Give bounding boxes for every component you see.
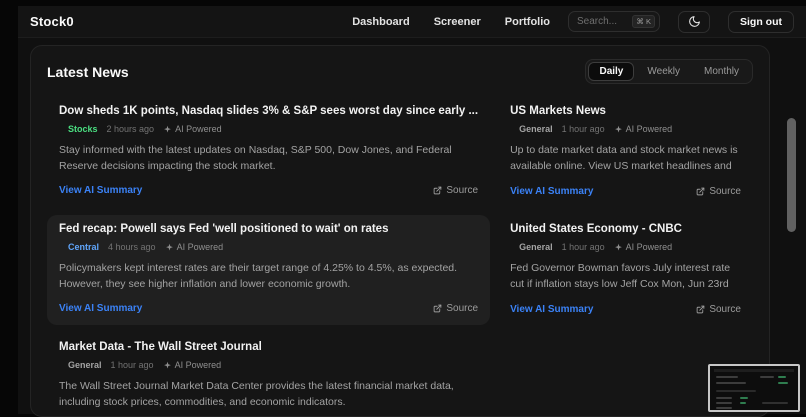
news-title: Market Data - The Wall Street Journal (59, 341, 478, 353)
ai-powered-badge: AI Powered (614, 124, 673, 134)
news-title: US Markets News (510, 105, 741, 117)
nav-item-screener[interactable]: Screener (434, 16, 481, 28)
ai-powered-badge: AI Powered (163, 124, 222, 134)
view-ai-summary-link[interactable]: View AI Summary (510, 304, 593, 315)
sparkle-icon (163, 361, 172, 370)
card-footer: View AI Summary Source (59, 185, 478, 196)
news-description: Fed Governor Bowman favors July interest… (510, 261, 741, 294)
filter-monthly[interactable]: Monthly (693, 62, 750, 81)
news-description: Stay informed with the latest updates on… (59, 143, 478, 175)
vertical-scrollbar-thumb[interactable] (787, 118, 796, 232)
screen-preview-thumbnail (708, 364, 800, 412)
source-link[interactable]: Source (696, 304, 741, 315)
news-card[interactable]: US Markets News General 1 hour ago AI Po… (498, 97, 753, 207)
timestamp: 1 hour ago (562, 124, 605, 134)
nav-item-dashboard[interactable]: Dashboard (352, 16, 409, 28)
app-window: Stock0 Dashboard Screener Portfolio Sear… (18, 6, 806, 414)
header-right: Dashboard Screener Portfolio Search... ⌘… (352, 11, 794, 33)
news-description: Up to date market data and stock market … (510, 143, 741, 176)
page-title: Latest News (47, 64, 129, 80)
sign-out-button[interactable]: Sign out (728, 11, 794, 33)
news-meta: Stocks 2 hours ago AI Powered (59, 124, 478, 134)
category-tag: Central (68, 242, 99, 252)
timestamp: 1 hour ago (562, 242, 605, 252)
timestamp: 2 hours ago (107, 124, 155, 134)
news-meta: General 1 hour ago AI Powered (510, 242, 741, 252)
external-link-icon (696, 305, 705, 314)
preview-header-bar (714, 369, 794, 372)
news-meta: Central 4 hours ago AI Powered (59, 242, 478, 252)
ai-powered-badge: AI Powered (165, 242, 224, 252)
main-nav: Dashboard Screener Portfolio (352, 16, 550, 28)
source-link[interactable]: Source (433, 303, 478, 314)
card-footer: View AI Summary Source (510, 186, 741, 197)
source-link[interactable]: Source (696, 186, 741, 197)
sparkle-icon (614, 125, 623, 134)
external-link-icon (433, 304, 442, 313)
news-meta: General 1 hour ago AI Powered (59, 360, 478, 370)
sparkle-icon (165, 243, 174, 252)
news-card[interactable]: Dow sheds 1K points, Nasdaq slides 3% & … (47, 97, 490, 207)
top-nav-bar: Stock0 Dashboard Screener Portfolio Sear… (18, 6, 806, 38)
filter-weekly[interactable]: Weekly (636, 62, 691, 81)
ai-powered-badge: AI Powered (163, 360, 222, 370)
news-description: Policymakers kept interest rates are the… (59, 261, 478, 293)
search-input[interactable]: Search... ⌘ K (568, 11, 660, 32)
category-tag: Stocks (68, 124, 98, 134)
news-card[interactable]: United States Economy - CNBC General 1 h… (498, 215, 753, 325)
nav-item-portfolio[interactable]: Portfolio (505, 16, 550, 28)
news-meta: General 1 hour ago AI Powered (510, 124, 741, 134)
search-placeholder: Search... (577, 16, 627, 27)
card-footer: View AI Summary Source (510, 304, 741, 315)
moon-icon (688, 15, 701, 28)
news-title: Fed recap: Powell says Fed 'well positio… (59, 223, 478, 235)
source-link[interactable]: Source (433, 185, 478, 196)
ai-powered-badge: AI Powered (614, 242, 673, 252)
view-ai-summary-link[interactable]: View AI Summary (510, 186, 593, 197)
external-link-icon (696, 187, 705, 196)
category-tag: General (68, 360, 102, 370)
view-ai-summary-link[interactable]: View AI Summary (59, 185, 142, 196)
news-title: Dow sheds 1K points, Nasdaq slides 3% & … (59, 105, 478, 117)
filter-daily[interactable]: Daily (588, 62, 634, 81)
news-title: United States Economy - CNBC (510, 223, 741, 235)
theme-toggle-button[interactable] (678, 11, 710, 33)
card-footer: View AI Summary Source (59, 303, 478, 314)
timestamp: 4 hours ago (108, 242, 156, 252)
category-tag: General (519, 242, 553, 252)
sparkle-icon (614, 243, 623, 252)
news-card[interactable]: Market Data - The Wall Street Journal Ge… (47, 333, 490, 417)
sparkle-icon (163, 125, 172, 134)
timestamp: 1 hour ago (111, 360, 154, 370)
period-filter: Daily Weekly Monthly (585, 59, 753, 84)
panel-header: Latest News Daily Weekly Monthly (47, 59, 753, 84)
news-grid: Dow sheds 1K points, Nasdaq slides 3% & … (47, 97, 753, 417)
news-description: The Wall Street Journal Market Data Cent… (59, 379, 478, 411)
external-link-icon (433, 186, 442, 195)
news-card[interactable]: Fed recap: Powell says Fed 'well positio… (47, 215, 490, 325)
category-tag: General (519, 124, 553, 134)
latest-news-panel: Latest News Daily Weekly Monthly Dow she… (30, 45, 770, 417)
app-logo[interactable]: Stock0 (30, 14, 74, 29)
search-shortcut-kbd: ⌘ K (632, 15, 655, 28)
view-ai-summary-link[interactable]: View AI Summary (59, 303, 142, 314)
